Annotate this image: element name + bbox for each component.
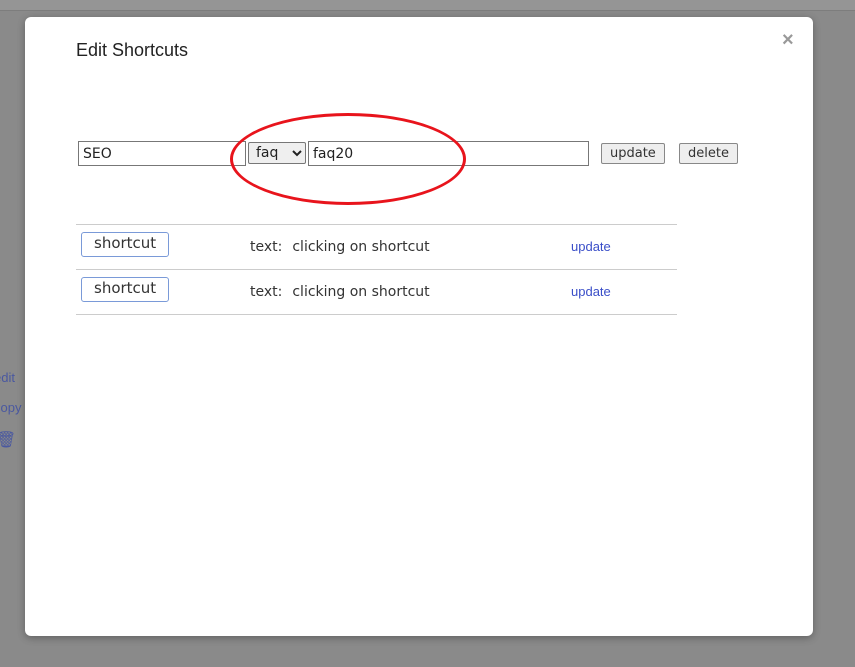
- delete-button[interactable]: delete: [679, 143, 738, 164]
- row-label: text:: [250, 239, 283, 255]
- update-button[interactable]: update: [601, 143, 665, 164]
- red-annotation-circle: [230, 113, 466, 205]
- row-update-link[interactable]: update: [571, 284, 611, 299]
- shortcut-chip[interactable]: shortcut: [81, 232, 170, 257]
- shortcut-list: shortcut text: clicking on shortcut updat…: [76, 224, 677, 315]
- trash-icon[interactable]: 🗑: [0, 430, 16, 450]
- row-label: text:: [250, 284, 283, 300]
- background-copy-link[interactable]: copy: [0, 400, 21, 415]
- row-text: clicking on shortcut: [292, 239, 430, 255]
- page-header: [0, 0, 855, 11]
- modal-title: Edit Shortcuts: [76, 40, 189, 60]
- shortcut-chip[interactable]: shortcut: [81, 277, 170, 302]
- row-text: clicking on shortcut: [292, 284, 430, 300]
- row-update-link[interactable]: update: [571, 239, 611, 254]
- shortcut-name-input[interactable]: [78, 141, 246, 166]
- table-row: shortcut text: clicking on shortcut updat…: [76, 269, 677, 315]
- table-row: shortcut text: clicking on shortcut updat…: [76, 224, 677, 269]
- edit-shortcuts-modal: Edit Shortcuts × faq update delete short…: [25, 17, 813, 636]
- close-icon[interactable]: ×: [782, 29, 794, 52]
- background-edit-link[interactable]: edit: [0, 370, 15, 385]
